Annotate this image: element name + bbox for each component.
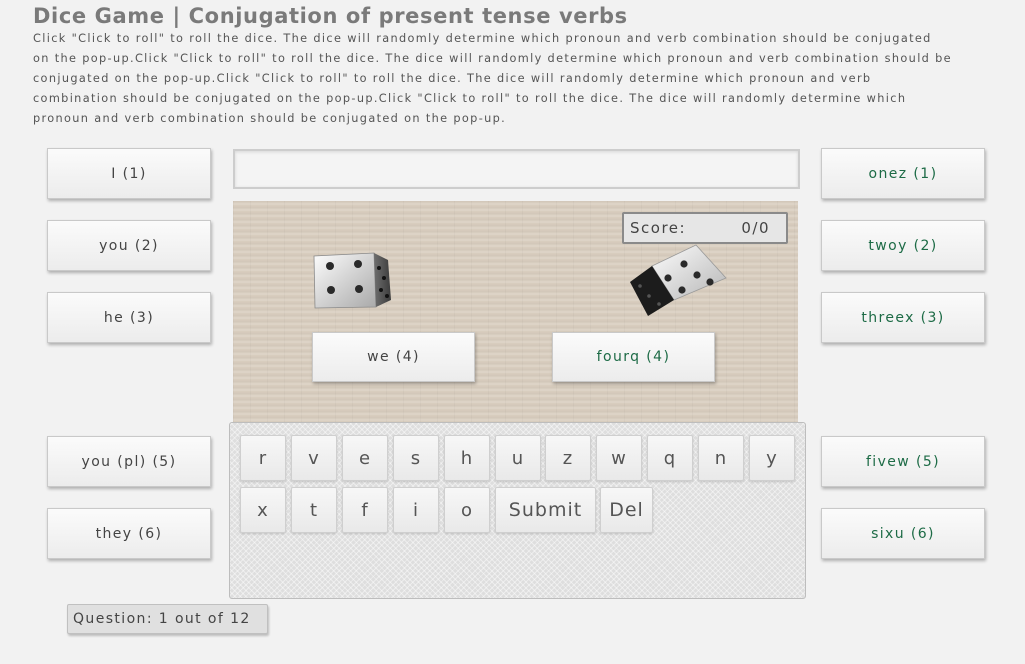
key-i[interactable]: i — [393, 487, 439, 533]
key-t[interactable]: t — [291, 487, 337, 533]
score-value: 0/0 — [741, 219, 770, 237]
submit-button[interactable]: Submit — [495, 487, 596, 533]
pronoun-button-3[interactable]: he (3) — [47, 292, 211, 343]
instructions-text: Click "Click to roll" to roll the dice. … — [33, 32, 952, 125]
key-n[interactable]: n — [698, 435, 744, 481]
verb-die-icon[interactable] — [626, 242, 730, 318]
verb-button-6[interactable]: sixu (6) — [821, 508, 985, 559]
key-h[interactable]: h — [444, 435, 490, 481]
key-z[interactable]: z — [545, 435, 591, 481]
pronoun-button-6[interactable]: they (6) — [47, 508, 211, 559]
pronoun-die-icon[interactable] — [312, 250, 394, 312]
score-display: Score: 0/0 — [622, 212, 788, 244]
key-o[interactable]: o — [444, 487, 490, 533]
pronoun-button-4[interactable]: we (4) — [312, 332, 475, 382]
delete-button[interactable]: Del — [600, 487, 653, 533]
key-y[interactable]: y — [749, 435, 795, 481]
question-counter: Question: 1 out of 12 — [67, 604, 268, 634]
verb-button-4[interactable]: fourq (4) — [552, 332, 715, 382]
key-w[interactable]: w — [596, 435, 642, 481]
pronoun-button-5[interactable]: you (pl) (5) — [47, 436, 211, 487]
key-v[interactable]: v — [291, 435, 337, 481]
key-q[interactable]: q — [647, 435, 693, 481]
score-label: Score: — [630, 219, 687, 237]
pronoun-button-2[interactable]: you (2) — [47, 220, 211, 271]
verb-button-5[interactable]: fivew (5) — [821, 436, 985, 487]
page-title: Dice Game | Conjugation of present tense… — [33, 4, 628, 28]
answer-input[interactable] — [233, 149, 800, 189]
pronoun-button-1[interactable]: I (1) — [47, 148, 211, 199]
verb-button-1[interactable]: onez (1) — [821, 148, 985, 199]
key-s[interactable]: s — [393, 435, 439, 481]
key-r[interactable]: r — [240, 435, 286, 481]
verb-button-3[interactable]: threex (3) — [821, 292, 985, 343]
key-f[interactable]: f — [342, 487, 388, 533]
key-u[interactable]: u — [495, 435, 541, 481]
key-x[interactable]: x — [240, 487, 286, 533]
key-e[interactable]: e — [342, 435, 388, 481]
verb-button-2[interactable]: twoy (2) — [821, 220, 985, 271]
